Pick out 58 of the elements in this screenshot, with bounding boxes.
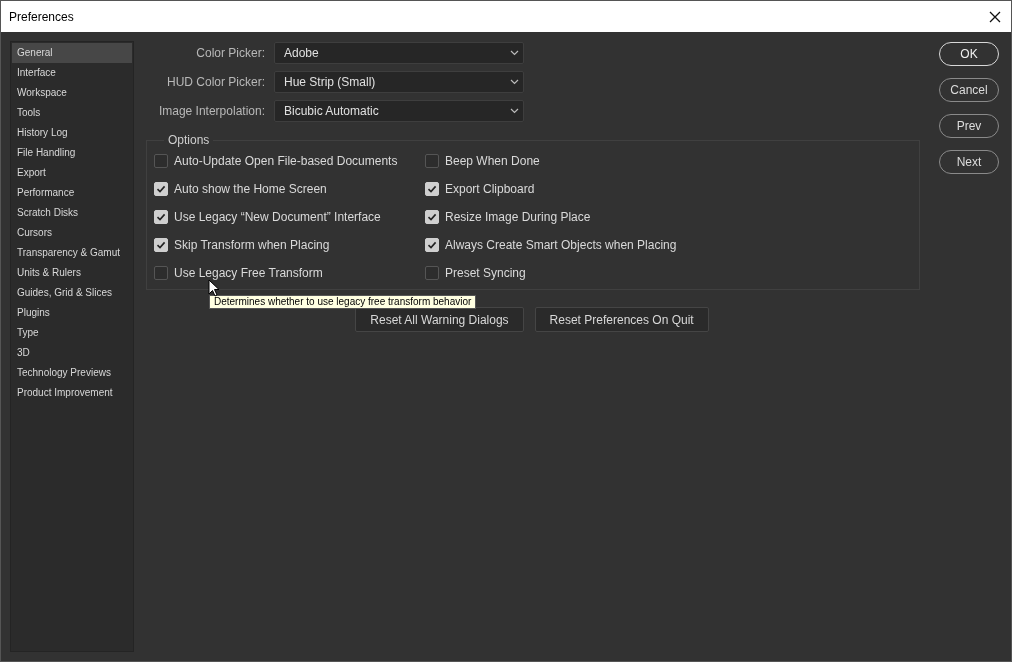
- sidebar-item[interactable]: Technology Previews: [12, 363, 132, 383]
- checkmark-icon: [156, 212, 166, 222]
- chevron-icon: [510, 50, 519, 56]
- chevron-icon: [510, 108, 519, 114]
- dialog-button[interactable]: OK: [939, 42, 999, 66]
- checkbox[interactable]: [154, 154, 168, 168]
- field-label: Color Picker:: [195, 46, 265, 60]
- group-title: Options: [167, 133, 211, 147]
- sidebar-item[interactable]: Product Improvement: [12, 383, 132, 403]
- checkbox-label[interactable]: Preset Syncing: [445, 266, 526, 280]
- close-icon[interactable]: [989, 10, 1001, 23]
- checkbox-label[interactable]: Export Clipboard: [445, 182, 535, 196]
- tooltip: Determines whether to use legacy free transform behavior: [209, 295, 477, 309]
- dropdown[interactable]: Bicubic Automatic: [274, 100, 524, 122]
- sidebar-item[interactable]: Workspace: [12, 83, 132, 103]
- checkbox-label[interactable]: Auto-Update Open File-based Documents: [174, 154, 398, 168]
- sidebar-item[interactable]: Type: [12, 323, 132, 343]
- checkmark-icon: [427, 212, 437, 222]
- dialog-button[interactable]: Next: [939, 150, 999, 174]
- sidebar-item[interactable]: Export: [12, 163, 132, 183]
- sidebar-item[interactable]: Interface: [12, 63, 132, 83]
- checkmark-icon: [427, 240, 437, 250]
- checkbox-label[interactable]: Use Legacy Free Transform: [174, 266, 323, 280]
- cursor-icon: [208, 279, 220, 297]
- field-label: Image Interpolation:: [157, 104, 265, 118]
- checkbox[interactable]: [154, 266, 168, 280]
- window-title: Preferences: [9, 9, 74, 24]
- dropdown[interactable]: Adobe: [274, 42, 524, 64]
- chevron-icon: [510, 79, 519, 85]
- dropdown[interactable]: Hue Strip (Small): [274, 71, 524, 93]
- checkbox-label[interactable]: Beep When Done: [445, 154, 540, 168]
- checkmark-icon: [427, 184, 437, 194]
- dialog-button[interactable]: Prev: [939, 114, 999, 138]
- sidebar-item[interactable]: Performance: [12, 183, 132, 203]
- checkmark-icon: [156, 240, 166, 250]
- checkmark-icon: [156, 184, 166, 194]
- dialog-button[interactable]: Cancel: [939, 78, 999, 102]
- sidebar-item[interactable]: Units & Rulers: [12, 263, 132, 283]
- checkbox-label[interactable]: Skip Transform when Placing: [174, 238, 330, 252]
- reset-button[interactable]: Reset All Warning Dialogs: [355, 307, 524, 332]
- sidebar-item[interactable]: Cursors: [12, 223, 132, 243]
- checkbox-label[interactable]: Always Create Smart Objects when Placing: [445, 238, 677, 252]
- sidebar-item[interactable]: History Log: [12, 123, 132, 143]
- checkbox-label[interactable]: Use Legacy “New Document” Interface: [174, 210, 381, 224]
- reset-button[interactable]: Reset Preferences On Quit: [534, 307, 709, 332]
- sidebar-item[interactable]: File Handling: [12, 143, 132, 163]
- sidebar-item[interactable]: General: [12, 43, 132, 63]
- checkbox-label[interactable]: Auto show the Home Screen: [174, 182, 327, 196]
- checkbox[interactable]: [425, 154, 439, 168]
- checkbox[interactable]: [425, 266, 439, 280]
- sidebar-item[interactable]: Transparency & Gamut: [12, 243, 132, 263]
- checkbox-label[interactable]: Resize Image During Place: [445, 210, 591, 224]
- sidebar-item[interactable]: Guides, Grid & Slices: [12, 283, 132, 303]
- sidebar-item[interactable]: Plugins: [12, 303, 132, 323]
- sidebar-item[interactable]: Scratch Disks: [12, 203, 132, 223]
- sidebar-item[interactable]: 3D: [12, 343, 132, 363]
- sidebar-item[interactable]: Tools: [12, 103, 132, 123]
- field-label: HUD Color Picker:: [166, 75, 265, 89]
